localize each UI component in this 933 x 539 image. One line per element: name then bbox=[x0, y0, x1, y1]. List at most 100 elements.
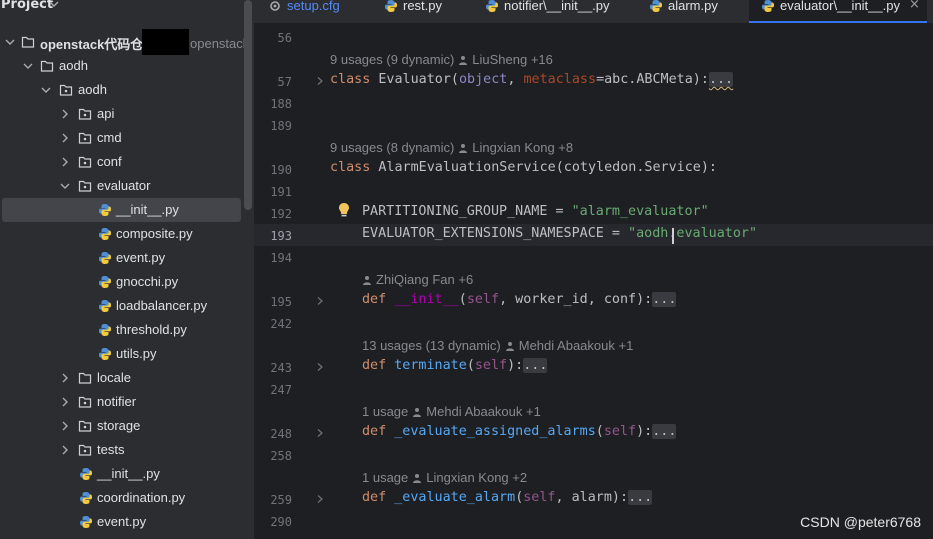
author-hint[interactable]: Lingxian Kong +2 bbox=[426, 470, 527, 485]
project-header[interactable]: Project bbox=[0, 0, 254, 14]
code-vision-hint[interactable]: 1 usage Lingxian Kong +2 bbox=[362, 470, 527, 485]
tree-item-notifier[interactable]: notifier bbox=[0, 390, 244, 414]
tree-item-utils-py[interactable]: utils.py bbox=[0, 342, 244, 366]
tab-label: rest.py bbox=[403, 0, 443, 13]
person-icon bbox=[413, 474, 422, 483]
author-hint[interactable]: Mehdi Abaakouk +1 bbox=[519, 338, 634, 353]
tree-label: event.py bbox=[97, 514, 147, 529]
editor-tab-bar: setup.cfg rest.py notifier\__init__.py a… bbox=[254, 0, 933, 24]
settings-file-icon bbox=[270, 1, 280, 11]
python-file-icon bbox=[99, 300, 111, 312]
lightbulb-icon[interactable] bbox=[338, 202, 350, 218]
line-number: 247 bbox=[270, 383, 292, 397]
author-hint[interactable]: Lingxian Kong +8 bbox=[472, 140, 573, 155]
fold-expand-icon[interactable] bbox=[315, 76, 325, 86]
tree-item-tests[interactable]: tests bbox=[0, 438, 244, 462]
usages-hint[interactable]: 1 usage bbox=[362, 470, 408, 485]
tree-item-event-py[interactable]: event.py bbox=[0, 246, 244, 270]
tree-label: gnocchi.py bbox=[116, 274, 179, 289]
package-folder-icon bbox=[78, 180, 92, 192]
fold-expand-icon[interactable] bbox=[315, 428, 325, 438]
tree-item-cmd[interactable]: cmd bbox=[0, 126, 244, 150]
chevron-right-icon[interactable] bbox=[59, 396, 71, 408]
tab-evaluator-init-py[interactable]: evaluator\__init__.py × bbox=[749, 0, 927, 23]
tree-item-threshold-py[interactable]: threshold.py bbox=[0, 318, 244, 342]
code-text: , alarm): bbox=[555, 490, 629, 505]
author-hint[interactable]: ZhiQiang Fan +6 bbox=[376, 272, 473, 287]
chevron-down-icon[interactable] bbox=[40, 84, 52, 96]
tree-label: loadbalancer.py bbox=[116, 298, 208, 313]
usages-hint[interactable]: 9 usages (9 dynamic) bbox=[330, 52, 454, 67]
tree-item-evaluator[interactable]: evaluator bbox=[0, 174, 244, 198]
folded-region[interactable]: ... bbox=[708, 72, 734, 87]
tab-close-button[interactable]: × bbox=[909, 0, 920, 12]
python-file-icon bbox=[99, 276, 111, 288]
line-number: 192 bbox=[270, 207, 292, 221]
line-number: 243 bbox=[270, 361, 292, 375]
code-vision-hint[interactable]: 13 usages (13 dynamic) Mehdi Abaakouk +1 bbox=[362, 338, 633, 353]
tab-notifier-init-py[interactable]: notifier\__init__.py bbox=[469, 0, 634, 23]
project-scrollbar-thumb[interactable] bbox=[244, 0, 252, 210]
chevron-right-icon[interactable] bbox=[59, 156, 71, 168]
person-icon bbox=[505, 342, 514, 351]
chevron-down-icon[interactable] bbox=[4, 36, 16, 48]
author-hint[interactable]: Mehdi Abaakouk +1 bbox=[426, 404, 541, 419]
chevron-right-icon[interactable] bbox=[59, 444, 71, 456]
tree-item-locale[interactable]: locale bbox=[0, 366, 244, 390]
tree-item-api[interactable]: api bbox=[0, 102, 244, 126]
chevron-right-icon[interactable] bbox=[59, 420, 71, 432]
line-number: 290 bbox=[270, 515, 292, 529]
chevron-right-icon[interactable] bbox=[59, 372, 71, 384]
tree-item-aodh-event-py[interactable]: event.py bbox=[0, 510, 244, 534]
tree-item-aodh-package[interactable]: aodh bbox=[0, 78, 244, 102]
chevron-right-icon[interactable] bbox=[59, 132, 71, 144]
chevron-right-icon[interactable] bbox=[59, 108, 71, 120]
code-editor[interactable]: 56 57 188 189 190 191 192 193 194 195 24… bbox=[254, 25, 933, 539]
tree-item-gnocchi-py[interactable]: gnocchi.py bbox=[0, 270, 244, 294]
folded-region[interactable]: ... bbox=[628, 490, 653, 505]
package-folder-icon bbox=[78, 108, 92, 120]
line-number: 57 bbox=[277, 75, 292, 89]
fold-expand-icon[interactable] bbox=[315, 296, 325, 306]
code-vision-hint[interactable]: ZhiQiang Fan +6 bbox=[362, 272, 473, 287]
code-vision-hint[interactable]: 9 usages (8 dynamic) Lingxian Kong +8 bbox=[330, 140, 573, 155]
tab-alarm-py[interactable]: alarm.py bbox=[634, 0, 749, 23]
tree-label: aodh bbox=[59, 58, 88, 73]
folded-region[interactable]: ... bbox=[523, 358, 548, 373]
folded-region[interactable]: ... bbox=[652, 292, 677, 307]
chevron-down-icon[interactable] bbox=[48, 0, 60, 10]
package-folder-icon bbox=[78, 132, 92, 144]
code-vision-hint[interactable]: 1 usage Mehdi Abaakouk +1 bbox=[362, 404, 541, 419]
tree-item-evaluator-init-py[interactable]: __init__.py bbox=[2, 198, 241, 222]
keyword: def bbox=[362, 358, 387, 373]
self-parameter: self bbox=[603, 424, 637, 439]
tree-item-composite-py[interactable]: composite.py bbox=[0, 222, 244, 246]
usages-hint[interactable]: 9 usages (8 dynamic) bbox=[330, 140, 454, 155]
tree-item-conf[interactable]: conf bbox=[0, 150, 244, 174]
fold-expand-icon[interactable] bbox=[315, 494, 325, 504]
code-line-248: def _evaluate_assigned_alarms(self):... bbox=[362, 424, 677, 439]
tree-item-aodh[interactable]: aodh bbox=[0, 54, 244, 78]
author-hint[interactable]: LiuSheng +16 bbox=[472, 52, 553, 67]
tree-item-storage[interactable]: storage bbox=[0, 414, 244, 438]
usages-hint[interactable]: 13 usages (13 dynamic) bbox=[362, 338, 501, 353]
tab-setup-cfg[interactable]: setup.cfg bbox=[254, 0, 364, 23]
python-file-icon bbox=[99, 348, 111, 360]
builtin: object bbox=[459, 72, 508, 87]
tree-label: conf bbox=[97, 154, 122, 169]
tree-label: coordination.py bbox=[97, 490, 186, 505]
code-vision-hint[interactable]: 9 usages (9 dynamic) LiuSheng +16 bbox=[330, 52, 553, 67]
code-text: ( bbox=[458, 292, 467, 307]
tree-item-aodh-init-py[interactable]: __init__.py bbox=[0, 462, 244, 486]
fold-expand-icon[interactable] bbox=[315, 362, 325, 372]
folded-region[interactable]: ... bbox=[652, 424, 677, 439]
tree-item-loadbalancer-py[interactable]: loadbalancer.py bbox=[0, 294, 244, 318]
code-line-190: class AlarmEvaluationService(cotyledon.S… bbox=[330, 160, 717, 175]
line-number: 190 bbox=[270, 163, 292, 177]
tree-item-coordination-py[interactable]: coordination.py bbox=[0, 486, 244, 510]
usages-hint[interactable]: 1 usage bbox=[362, 404, 408, 419]
tab-rest-py[interactable]: rest.py bbox=[369, 0, 469, 23]
line-number: 259 bbox=[270, 493, 292, 507]
chevron-down-icon[interactable] bbox=[22, 60, 34, 72]
chevron-down-icon[interactable] bbox=[59, 180, 71, 192]
